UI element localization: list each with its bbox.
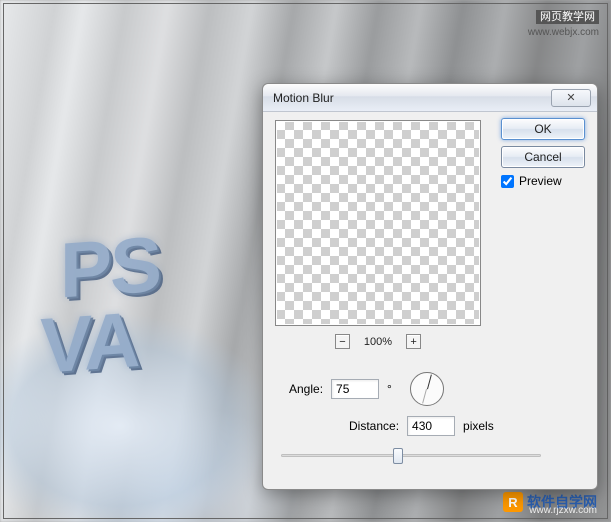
slider-track [281, 454, 541, 457]
dialog-titlebar[interactable]: Motion Blur ✕ [263, 84, 597, 112]
ok-label: OK [534, 122, 551, 136]
angle-needle-icon [427, 375, 432, 390]
angle-unit: ° [387, 382, 392, 396]
angle-input[interactable] [331, 379, 379, 399]
ok-button[interactable]: OK [501, 118, 585, 140]
minus-icon: − [339, 336, 345, 348]
dialog-title: Motion Blur [273, 91, 334, 105]
cancel-button[interactable]: Cancel [501, 146, 585, 168]
filter-preview[interactable] [275, 120, 481, 326]
watermark-top-url: www.webjx.com [528, 27, 599, 38]
preview-label: Preview [519, 174, 562, 188]
angle-dial[interactable] [410, 372, 444, 406]
close-button[interactable]: ✕ [551, 89, 591, 107]
slider-thumb[interactable] [393, 448, 403, 464]
watermark-badge-icon: R [503, 492, 523, 512]
preview-checkbox[interactable] [501, 175, 514, 188]
close-icon: ✕ [566, 91, 575, 104]
distance-unit: pixels [463, 419, 494, 433]
zoom-out-button[interactable]: − [335, 334, 350, 349]
distance-label: Distance: [349, 419, 399, 433]
watermark-top-right: 网页教学网 www.webjx.com [528, 8, 599, 38]
watermark-bottom-url: www.rjzxw.com [529, 505, 597, 516]
motion-blur-dialog: Motion Blur ✕ − 100% + OK Cancel Pre [262, 83, 598, 490]
angle-needle-back-icon [422, 389, 427, 404]
zoom-level: 100% [364, 336, 392, 348]
dialog-button-column: OK Cancel Preview [501, 118, 585, 188]
cancel-label: Cancel [524, 150, 561, 164]
zoom-in-button[interactable]: + [406, 334, 421, 349]
zoom-controls: − 100% + [275, 334, 481, 349]
distance-input[interactable] [407, 416, 455, 436]
watermark-top-text: 网页教学网 [536, 10, 599, 24]
angle-row: Angle: ° [289, 372, 444, 406]
distance-row: Distance: pixels [349, 416, 494, 436]
preview-toggle[interactable]: Preview [501, 174, 585, 188]
distance-slider[interactable] [281, 446, 541, 466]
dialog-body: − 100% + OK Cancel Preview Angle: ° [263, 114, 597, 489]
plus-icon: + [410, 336, 416, 348]
angle-label: Angle: [289, 382, 323, 396]
